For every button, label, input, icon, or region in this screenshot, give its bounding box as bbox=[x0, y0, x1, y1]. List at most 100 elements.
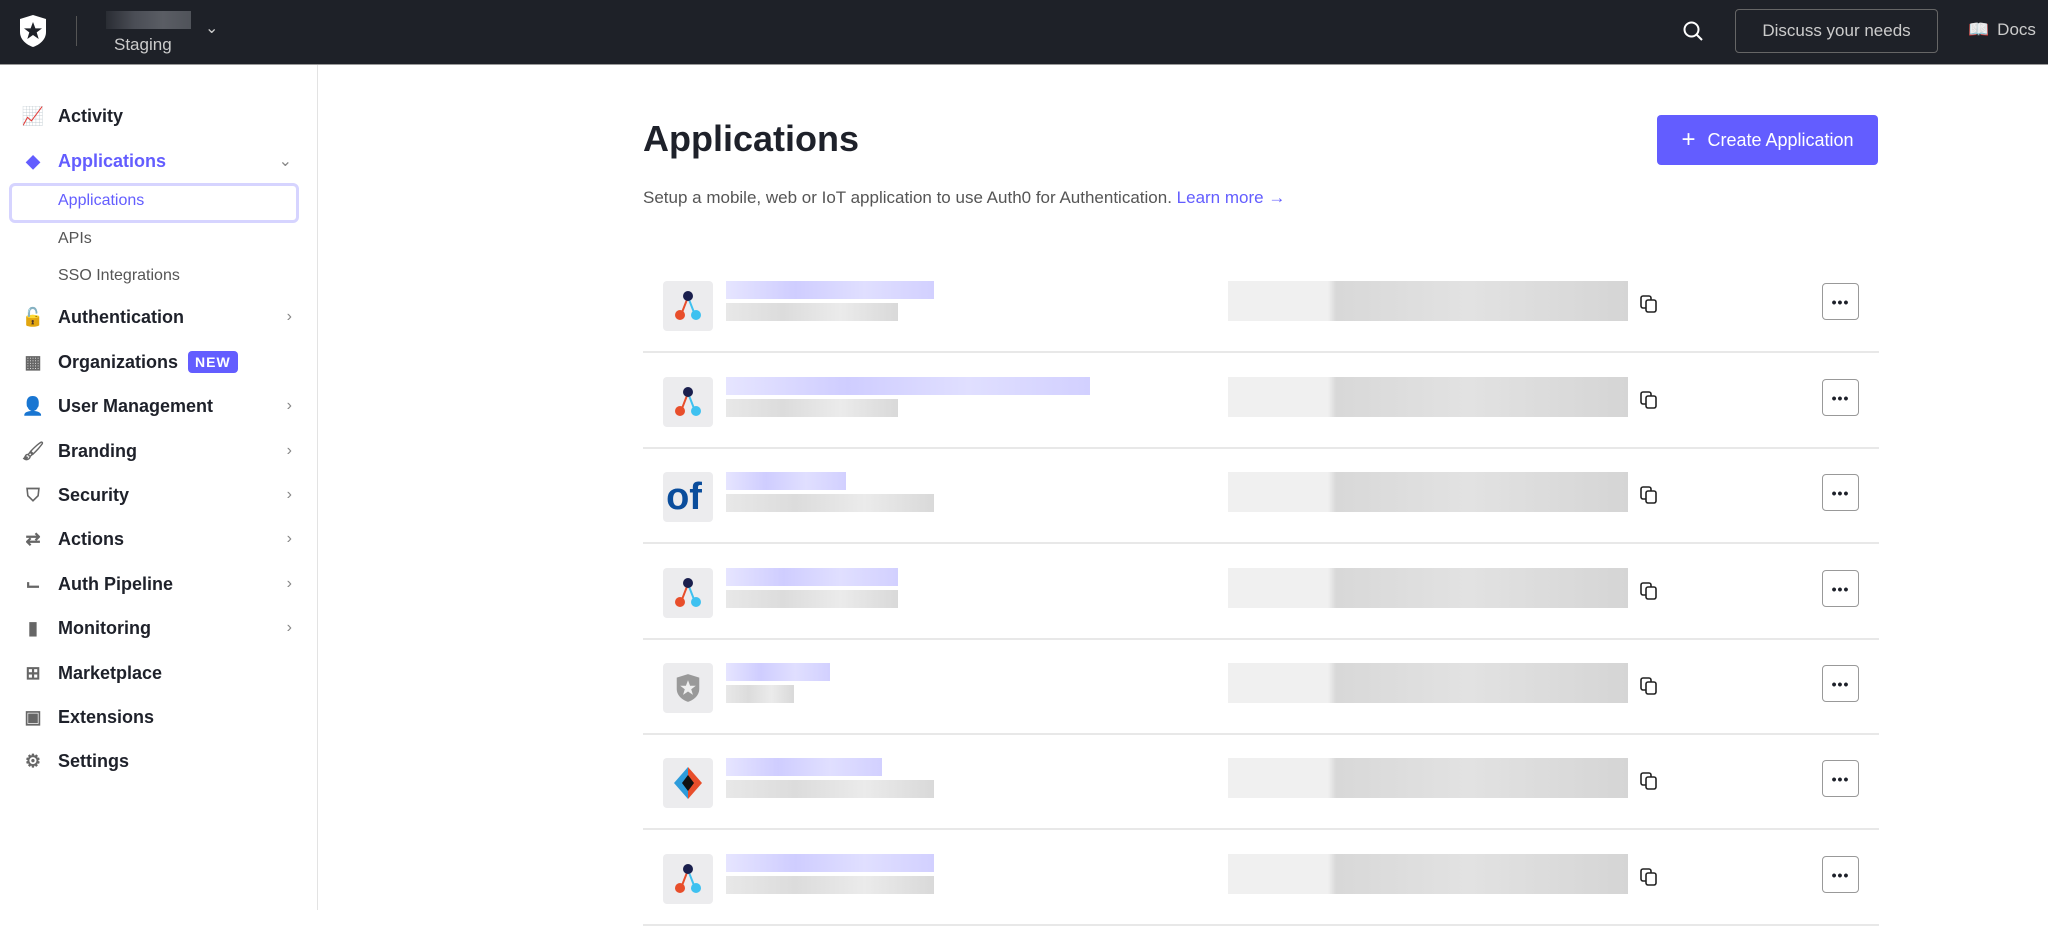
application-row[interactable]: ••• bbox=[643, 640, 1879, 735]
tenant-environment[interactable]: Staging bbox=[114, 35, 172, 55]
copy-icon[interactable] bbox=[1639, 771, 1659, 791]
sidebar-item-label: Monitoring bbox=[58, 618, 151, 639]
sidebar-item-branding[interactable]: 🖌 Branding › bbox=[22, 436, 292, 466]
shield-icon: ⛉ bbox=[22, 485, 44, 505]
sidebar-item-extensions[interactable]: ▣ Extensions bbox=[22, 702, 292, 732]
sidebar-subitem-applications[interactable]: Applications bbox=[58, 192, 144, 210]
users-icon: 👤 bbox=[22, 396, 44, 416]
app-type-redacted bbox=[726, 876, 934, 894]
search-icon[interactable] bbox=[1682, 20, 1704, 42]
flow-icon: ⇄ bbox=[22, 529, 44, 549]
building-icon: ▦ bbox=[22, 352, 44, 372]
application-row[interactable]: ••• bbox=[643, 354, 1879, 449]
app-type-redacted bbox=[726, 685, 794, 703]
docs-label: Docs bbox=[1997, 20, 2036, 40]
chevron-down-icon[interactable]: ⌄ bbox=[205, 18, 218, 38]
sidebar-item-label: Marketplace bbox=[58, 663, 162, 684]
sidebar-item-security[interactable]: ⛉ Security › bbox=[22, 480, 292, 510]
chevron-right-icon[interactable]: › bbox=[287, 486, 292, 504]
copy-icon[interactable] bbox=[1639, 867, 1659, 887]
app-type-redacted bbox=[726, 780, 934, 798]
sidebar-item-authentication[interactable]: 🔓 Authentication › bbox=[22, 302, 292, 332]
app-type-redacted bbox=[726, 590, 898, 608]
sidebar-item-actions[interactable]: ⇄ Actions › bbox=[22, 524, 292, 554]
create-application-button[interactable]: +Create Application bbox=[1657, 115, 1878, 165]
client-id-redacted bbox=[1228, 377, 1628, 417]
copy-icon[interactable] bbox=[1639, 294, 1659, 314]
more-options-button[interactable]: ••• bbox=[1822, 760, 1859, 797]
sidebar-item-marketplace[interactable]: ⊞ Marketplace bbox=[22, 658, 292, 688]
app-logo bbox=[663, 758, 713, 808]
sidebar-item-label: User Management bbox=[58, 396, 213, 417]
copy-icon[interactable] bbox=[1639, 390, 1659, 410]
create-application-label: Create Application bbox=[1707, 130, 1853, 151]
sidebar-item-label: Activity bbox=[58, 106, 123, 127]
sidebar-item-label: Actions bbox=[58, 529, 124, 550]
app-name-redacted[interactable] bbox=[726, 472, 846, 490]
sidebar-item-label: Extensions bbox=[58, 707, 154, 728]
auth0-logo-icon[interactable] bbox=[18, 14, 48, 48]
sidebar-subitem-apis[interactable]: APIs bbox=[58, 230, 92, 248]
application-row[interactable]: ••• bbox=[643, 831, 1879, 926]
app-name-redacted[interactable] bbox=[726, 281, 934, 299]
sidebar-item-applications[interactable]: ◆ Applications ⌄ bbox=[22, 146, 292, 176]
copy-icon[interactable] bbox=[1639, 581, 1659, 601]
layers-icon: ◆ bbox=[22, 151, 44, 171]
sidebar-item-label: Applications bbox=[58, 151, 166, 172]
client-id-redacted bbox=[1228, 854, 1628, 894]
chevron-right-icon[interactable]: › bbox=[287, 442, 292, 460]
sidebar-item-user-management[interactable]: 👤 User Management › bbox=[22, 391, 292, 421]
copy-icon[interactable] bbox=[1639, 676, 1659, 696]
chevron-right-icon[interactable]: › bbox=[287, 397, 292, 415]
book-icon: 📖 bbox=[1968, 20, 1989, 40]
sidebar-item-activity[interactable]: 📈 Activity bbox=[22, 101, 292, 131]
app-logo-icon bbox=[672, 288, 704, 324]
app-type-redacted bbox=[726, 494, 934, 512]
app-name-redacted[interactable] bbox=[726, 568, 898, 586]
app-name-redacted[interactable] bbox=[726, 663, 830, 681]
app-name-redacted[interactable] bbox=[726, 377, 1090, 395]
more-options-button[interactable]: ••• bbox=[1822, 856, 1859, 893]
docs-link[interactable]: 📖 Docs bbox=[1968, 20, 2036, 40]
sidebar-item-organizations[interactable]: ▦ Organizations NEW bbox=[22, 347, 292, 377]
chevron-right-icon[interactable]: › bbox=[287, 530, 292, 548]
application-row[interactable]: ••• bbox=[643, 545, 1879, 640]
chevron-right-icon[interactable]: › bbox=[287, 575, 292, 593]
app-logo-icon bbox=[672, 765, 704, 801]
gear-icon: ⚙ bbox=[22, 751, 44, 771]
sidebar-item-monitoring[interactable]: ▮ Monitoring › bbox=[22, 613, 292, 643]
chevron-down-icon[interactable]: ⌄ bbox=[279, 151, 292, 171]
more-options-button[interactable]: ••• bbox=[1822, 570, 1859, 607]
application-row[interactable]: ••• bbox=[643, 735, 1879, 830]
app-name-redacted[interactable] bbox=[726, 758, 882, 776]
more-options-button[interactable]: ••• bbox=[1822, 665, 1859, 702]
more-options-button[interactable]: ••• bbox=[1822, 283, 1859, 320]
copy-icon[interactable] bbox=[1639, 485, 1659, 505]
app-logo-icon bbox=[672, 384, 704, 420]
chevron-right-icon[interactable]: › bbox=[287, 308, 292, 326]
app-name-redacted[interactable] bbox=[726, 854, 934, 872]
learn-more-link[interactable]: Learn more → bbox=[1177, 188, 1286, 207]
client-id-redacted bbox=[1228, 758, 1628, 798]
application-row[interactable]: ••• bbox=[643, 258, 1879, 353]
activity-icon: 📈 bbox=[22, 106, 44, 126]
tenant-name-redacted[interactable] bbox=[106, 11, 191, 29]
app-logo bbox=[663, 377, 713, 427]
application-row[interactable]: of ••• bbox=[643, 449, 1879, 544]
sidebar-subitem-active-frame bbox=[9, 183, 299, 223]
client-id-redacted bbox=[1228, 281, 1628, 321]
app-logo bbox=[663, 281, 713, 331]
page-description: Setup a mobile, web or IoT application t… bbox=[643, 188, 1285, 208]
sidebar-item-auth-pipeline[interactable]: ⌙ Auth Pipeline › bbox=[22, 569, 292, 599]
sidebar-item-settings[interactable]: ⚙ Settings bbox=[22, 746, 292, 776]
discuss-needs-button[interactable]: Discuss your needs bbox=[1735, 9, 1938, 53]
chevron-right-icon[interactable]: › bbox=[287, 619, 292, 637]
sidebar-subitem-sso-integrations[interactable]: SSO Integrations bbox=[58, 267, 180, 285]
bar-chart-icon: ▮ bbox=[22, 618, 44, 638]
more-options-button[interactable]: ••• bbox=[1822, 474, 1859, 511]
client-id-redacted bbox=[1228, 663, 1628, 703]
app-logo: of bbox=[663, 472, 713, 522]
new-badge: NEW bbox=[188, 351, 238, 373]
chip-icon: ▣ bbox=[22, 707, 44, 727]
more-options-button[interactable]: ••• bbox=[1822, 379, 1859, 416]
